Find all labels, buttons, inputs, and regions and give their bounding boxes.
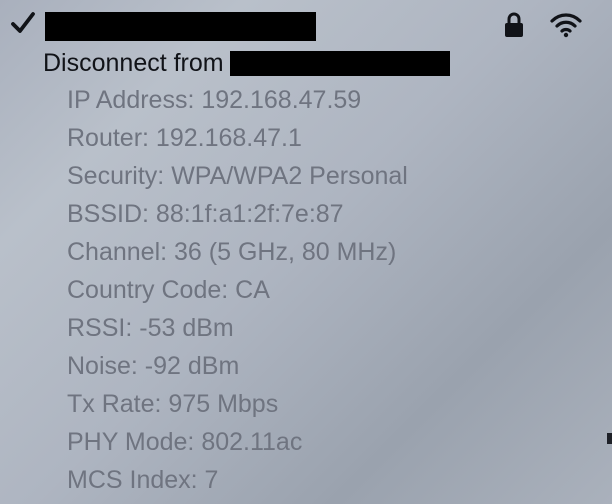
- bssid-detail: BSSID: 88:1f:a1:2f:7e:87: [67, 200, 344, 228]
- router-detail: Router: 192.168.47.1: [67, 124, 302, 152]
- window-edge-marker: [607, 433, 612, 444]
- country-code-detail: Country Code: CA: [67, 276, 270, 304]
- mcs-index-detail: MCS Index: 7: [67, 466, 219, 494]
- tx-rate-detail: Tx Rate: 975 Mbps: [67, 390, 279, 418]
- wifi-menu: Disconnect from IP Address: 192.168.47.5…: [0, 0, 612, 504]
- lock-icon: [505, 12, 523, 37]
- checkmark-icon: [11, 12, 35, 33]
- disconnect-network-redacted: [229, 50, 450, 76]
- ip-address-detail: IP Address: 192.168.47.59: [67, 86, 362, 114]
- security-detail: Security: WPA/WPA2 Personal: [67, 162, 408, 190]
- disconnect-label: Disconnect from: [43, 49, 224, 77]
- network-name-redacted[interactable]: [45, 12, 316, 41]
- disconnect-menu-item[interactable]: Disconnect from: [43, 47, 450, 79]
- phy-mode-detail: PHY Mode: 802.11ac: [67, 428, 303, 456]
- wifi-icon: [550, 13, 582, 38]
- network-details-list: IP Address: 192.168.47.59 Router: 192.16…: [67, 85, 602, 503]
- noise-detail: Noise: -92 dBm: [67, 352, 240, 380]
- rssi-detail: RSSI: -53 dBm: [67, 314, 234, 342]
- channel-detail: Channel: 36 (5 GHz, 80 MHz): [67, 238, 397, 266]
